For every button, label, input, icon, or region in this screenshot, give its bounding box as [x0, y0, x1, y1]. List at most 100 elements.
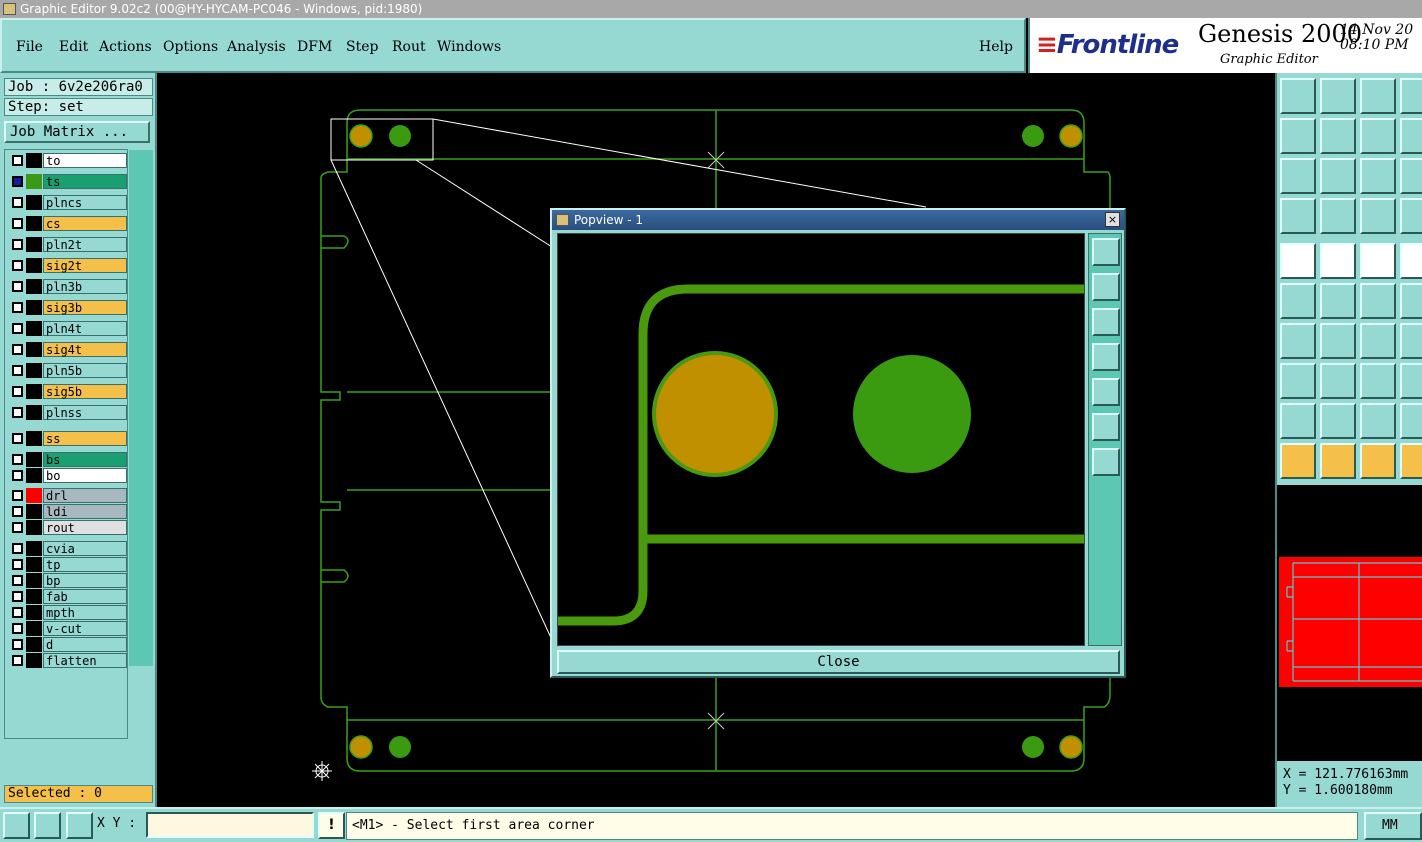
tool-3-3-icon[interactable]	[1400, 198, 1422, 234]
tool-4-0-icon[interactable]	[1280, 243, 1316, 279]
layer-row-pln5b[interactable]: pln5b	[7, 363, 127, 378]
tool-2-3-icon[interactable]	[1400, 158, 1422, 194]
layer-row-cs[interactable]: cs	[7, 216, 127, 231]
layer-checkbox[interactable]	[12, 176, 23, 187]
layer-row-bo[interactable]: bo	[7, 468, 127, 483]
layer-checkbox[interactable]	[12, 302, 23, 313]
layer-name[interactable]: cvia	[43, 541, 127, 556]
tool-8-3-icon[interactable]	[1400, 403, 1422, 439]
layer-row-rout[interactable]: rout	[7, 520, 127, 535]
tool-0-3-icon[interactable]	[1400, 78, 1422, 114]
layer-name[interactable]: ss	[43, 431, 127, 446]
layer-checkbox[interactable]	[12, 260, 23, 271]
layer-checkbox[interactable]	[12, 607, 23, 618]
menu-actions[interactable]: Actions	[99, 39, 152, 55]
layer-list-scrollbar[interactable]	[129, 150, 153, 666]
popview-canvas[interactable]	[557, 233, 1085, 646]
layer-checkbox[interactable]	[12, 522, 23, 533]
tool-5-3-icon[interactable]	[1400, 283, 1422, 319]
tool-4-2-icon[interactable]	[1360, 243, 1396, 279]
tool-4-3-icon[interactable]	[1400, 243, 1422, 279]
tool-5-1-icon[interactable]	[1320, 283, 1356, 319]
layer-name[interactable]: sig4t	[43, 342, 127, 357]
layer-name[interactable]: ldi	[43, 504, 127, 519]
layer-name[interactable]: plnss	[43, 405, 127, 420]
layer-name[interactable]: d	[43, 637, 127, 652]
tool-1-1-icon[interactable]	[1320, 118, 1356, 154]
layer-name[interactable]: sig3b	[43, 300, 127, 315]
tool-9-0-icon[interactable]	[1280, 443, 1316, 479]
layer-row-ss[interactable]: ss	[7, 431, 127, 446]
tool-0-1-icon[interactable]	[1320, 78, 1356, 114]
tool-3-0-icon[interactable]	[1280, 198, 1316, 234]
layer-checkbox[interactable]	[12, 655, 23, 666]
tool-7-2-icon[interactable]	[1360, 363, 1396, 399]
layer-checkbox[interactable]	[12, 386, 23, 397]
menu-file[interactable]: File	[16, 39, 43, 55]
tool-8-2-icon[interactable]	[1360, 403, 1396, 439]
layer-name[interactable]: flatten	[43, 653, 127, 668]
tool-1-0-icon[interactable]	[1280, 118, 1316, 154]
job-matrix-button[interactable]: Job Matrix ...	[4, 121, 150, 143]
layer-checkbox[interactable]	[12, 407, 23, 418]
layer-row-flatten[interactable]: flatten	[7, 653, 127, 668]
tool-2-2-icon[interactable]	[1360, 158, 1396, 194]
popview-zoom-in-icon[interactable]	[1092, 448, 1120, 476]
alert-icon[interactable]: !	[318, 812, 345, 839]
popview-close-button[interactable]: Close	[557, 650, 1120, 674]
popview-pan-up-icon[interactable]	[1092, 273, 1120, 301]
layer-row-cvia[interactable]: cvia	[7, 541, 127, 556]
tool-5-0-icon[interactable]	[1280, 283, 1316, 319]
layer-name[interactable]: v-cut	[43, 621, 127, 636]
tool-1-2-icon[interactable]	[1360, 118, 1396, 154]
menu-step[interactable]: Step	[346, 39, 378, 55]
layer-row-to[interactable]: to	[7, 153, 127, 168]
tool-7-1-icon[interactable]	[1320, 363, 1356, 399]
layer-checkbox[interactable]	[12, 575, 23, 586]
tool-6-1-icon[interactable]	[1320, 323, 1356, 359]
popview-pan-left-icon[interactable]	[1092, 343, 1120, 371]
tool-3-2-icon[interactable]	[1360, 198, 1396, 234]
layer-row-pln3b[interactable]: pln3b	[7, 279, 127, 294]
layer-row-bs[interactable]: bs	[7, 452, 127, 467]
popview-pan-down-icon[interactable]	[1092, 308, 1120, 336]
layer-checkbox[interactable]	[12, 344, 23, 355]
tool-9-2-icon[interactable]	[1360, 443, 1396, 479]
menu-analysis[interactable]: Analysis	[227, 39, 286, 55]
layer-name[interactable]: pln4t	[43, 321, 127, 336]
grid-icon[interactable]	[66, 812, 93, 839]
layer-name[interactable]: to	[43, 153, 127, 168]
tool-0-0-icon[interactable]	[1280, 78, 1316, 114]
layer-name[interactable]: cs	[43, 216, 127, 231]
board-overview[interactable]	[1279, 557, 1422, 687]
tool-3-1-icon[interactable]	[1320, 198, 1356, 234]
layer-row-sig4t[interactable]: sig4t	[7, 342, 127, 357]
layer-name[interactable]: bo	[43, 468, 127, 483]
layer-row-tp[interactable]: tp	[7, 557, 127, 572]
layer-row-ldi[interactable]: ldi	[7, 504, 127, 519]
tool-2-1-icon[interactable]	[1320, 158, 1356, 194]
layer-name[interactable]: pln5b	[43, 363, 127, 378]
layer-row-mpth[interactable]: mpth	[7, 605, 127, 620]
layer-row-sig2t[interactable]: sig2t	[7, 258, 127, 273]
popview-pan-right-icon[interactable]	[1092, 378, 1120, 406]
layer-checkbox[interactable]	[12, 559, 23, 570]
layer-name[interactable]: sig5b	[43, 384, 127, 399]
layer-checkbox[interactable]	[12, 197, 23, 208]
layer-row-pln2t[interactable]: pln2t	[7, 237, 127, 252]
tool-6-3-icon[interactable]	[1400, 323, 1422, 359]
popview-zoom-fit-icon[interactable]	[1092, 238, 1120, 266]
zoom-area-icon[interactable]	[3, 812, 30, 839]
popview-zoom-out-icon[interactable]	[1092, 413, 1120, 441]
layer-row-bp[interactable]: bp	[7, 573, 127, 588]
layer-name[interactable]: bp	[43, 573, 127, 588]
tool-8-1-icon[interactable]	[1320, 403, 1356, 439]
layer-checkbox[interactable]	[12, 591, 23, 602]
layer-checkbox[interactable]	[12, 433, 23, 444]
layer-checkbox[interactable]	[12, 639, 23, 650]
layer-row-fab[interactable]: fab	[7, 589, 127, 604]
layer-name[interactable]: plncs	[43, 195, 127, 210]
layer-name[interactable]: ts	[43, 174, 127, 189]
menu-edit[interactable]: Edit	[59, 39, 88, 55]
layer-row-plncs[interactable]: plncs	[7, 195, 127, 210]
